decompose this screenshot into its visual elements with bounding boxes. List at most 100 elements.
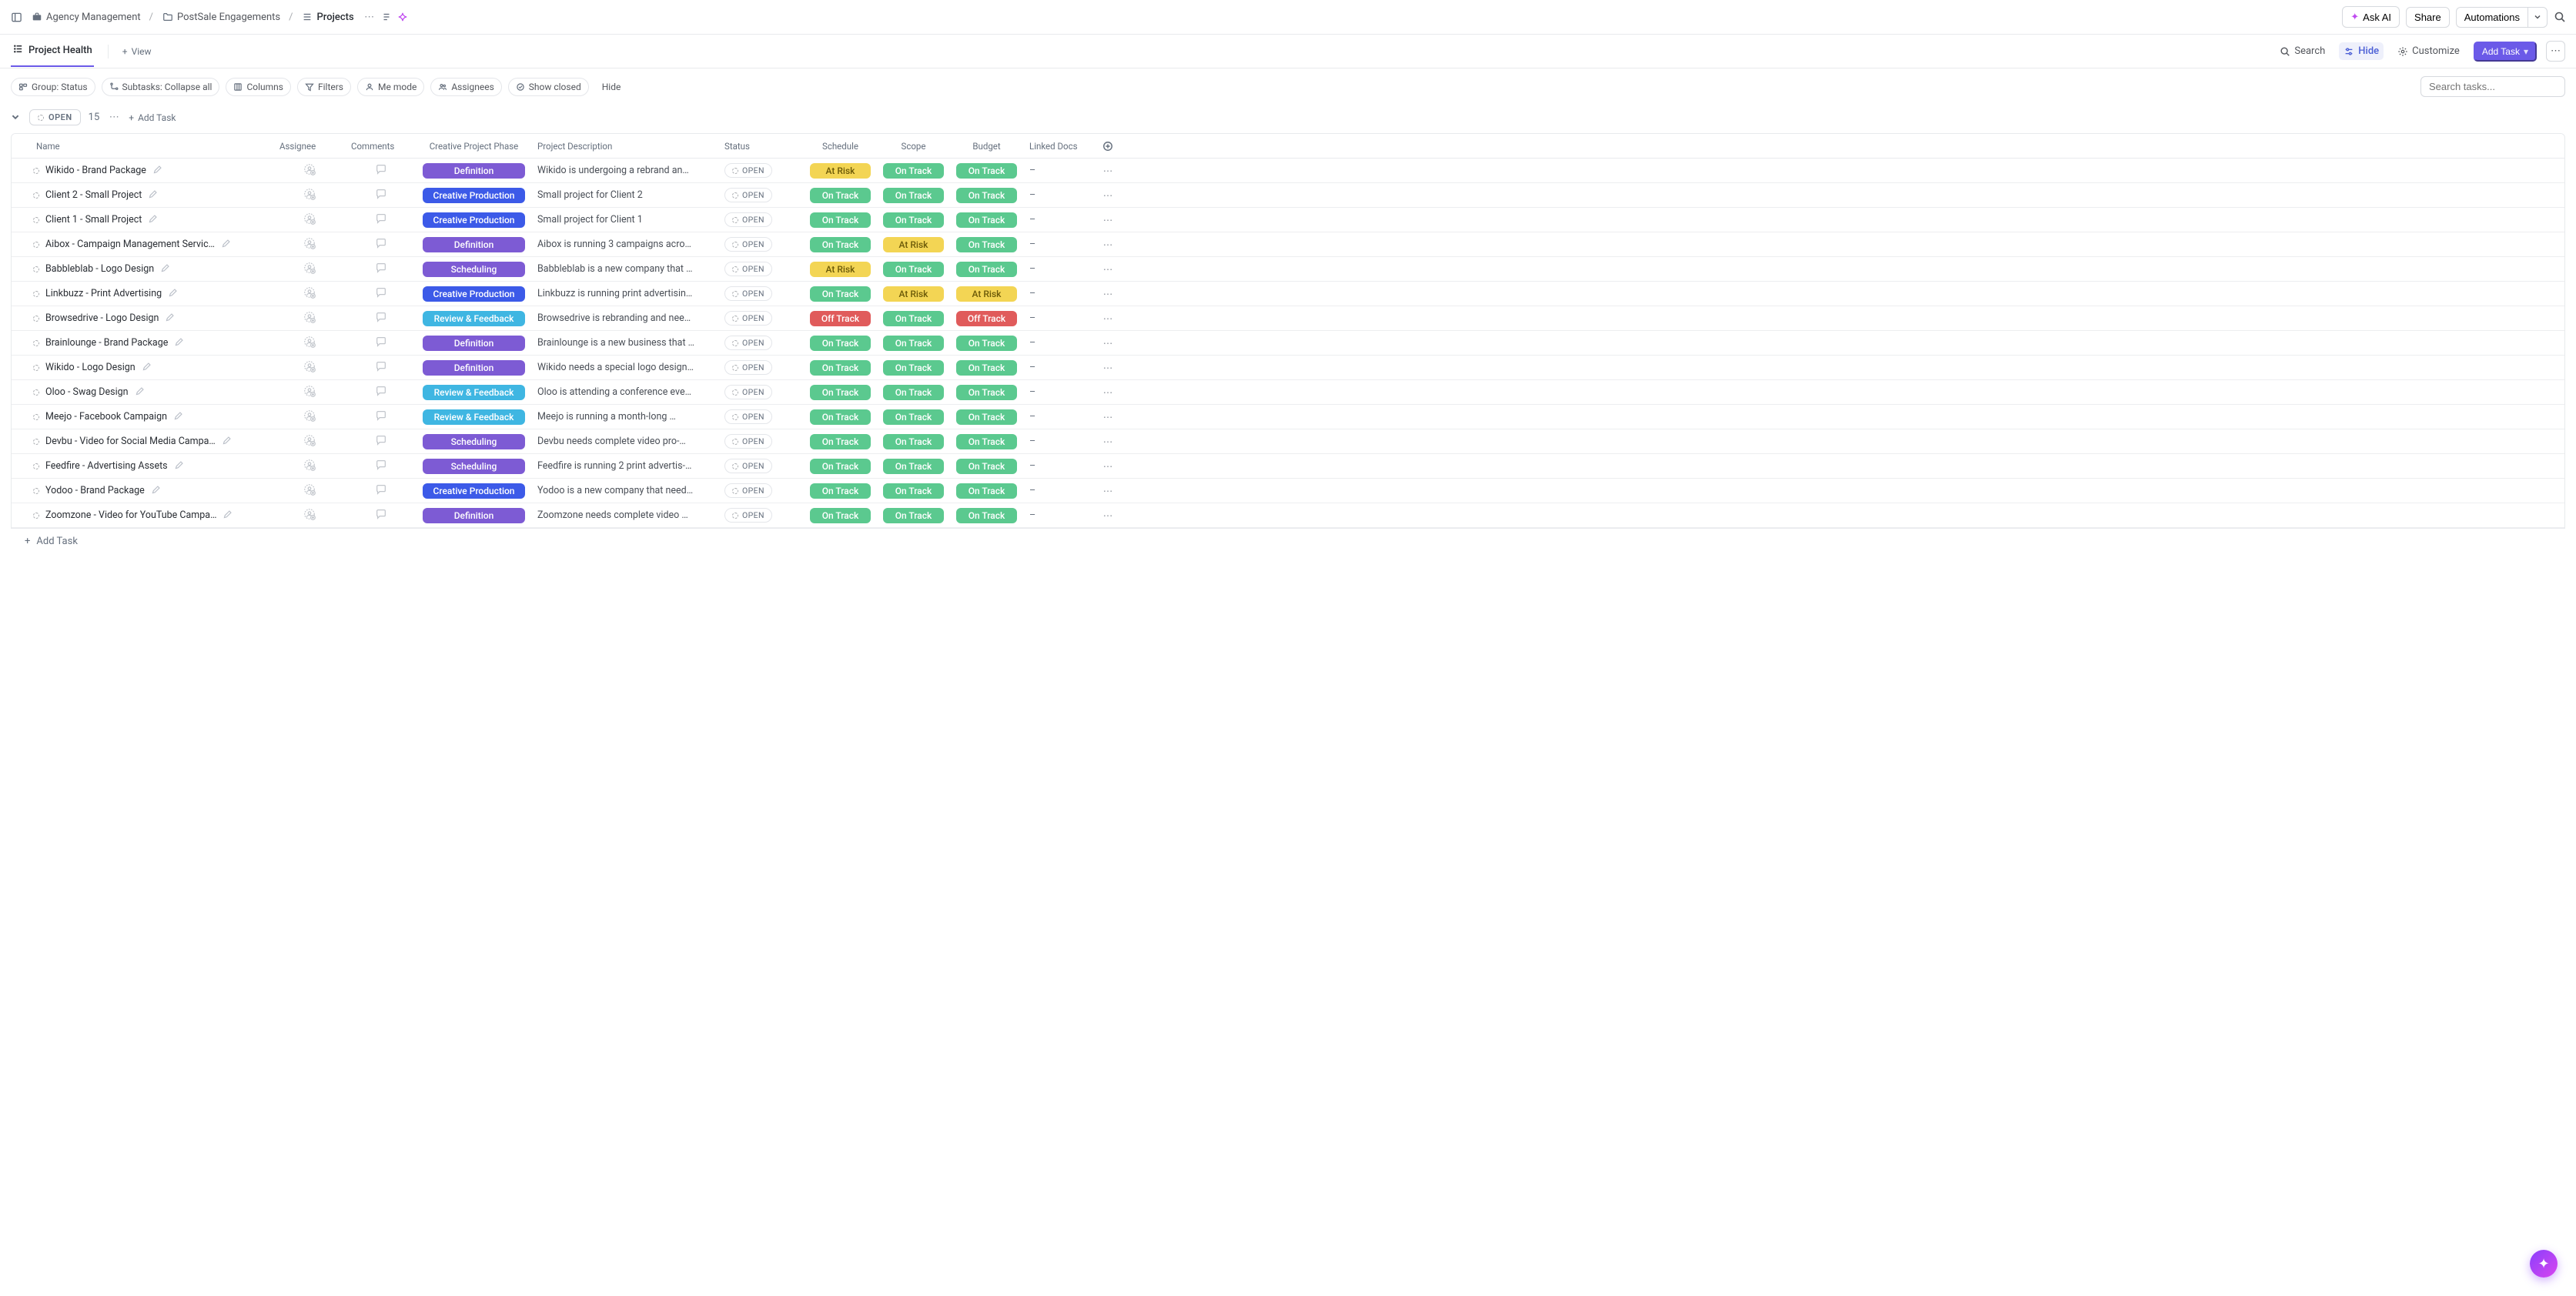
description-text[interactable]: Babbleblab is a new company that … (537, 263, 692, 275)
linked-docs-cell[interactable]: – (1023, 481, 1091, 500)
description-text[interactable]: Brainlounge is a new business that … (537, 337, 694, 349)
schedule-badge[interactable]: On Track (810, 434, 871, 449)
row-more-icon[interactable]: ⋯ (1101, 312, 1115, 325)
status-badge[interactable]: OPEN (724, 212, 772, 227)
linked-docs-cell[interactable]: – (1023, 161, 1091, 180)
assign-icon[interactable] (303, 188, 316, 203)
scope-badge[interactable]: On Track (883, 409, 944, 425)
scope-badge[interactable]: At Risk (883, 237, 944, 252)
scope-badge[interactable]: On Track (883, 336, 944, 351)
schedule-badge[interactable]: On Track (810, 286, 871, 302)
assign-icon[interactable] (303, 483, 316, 499)
linked-docs-cell[interactable]: – (1023, 506, 1091, 525)
automations-button[interactable]: Automations (2456, 7, 2527, 28)
budget-badge[interactable]: On Track (956, 483, 1017, 499)
status-dot-icon[interactable] (33, 316, 39, 322)
status-badge[interactable]: OPEN (724, 237, 772, 252)
customize-button[interactable]: Customize (2393, 42, 2464, 60)
schedule-badge[interactable]: On Track (810, 336, 871, 351)
row-more-icon[interactable]: ⋯ (1101, 263, 1115, 276)
phase-pill[interactable]: Scheduling (423, 434, 525, 449)
status-dot-icon[interactable] (33, 242, 39, 248)
budget-badge[interactable]: On Track (956, 409, 1017, 425)
table-row[interactable]: Yodoo - Brand PackageCreative Production… (12, 479, 2564, 503)
comment-icon[interactable] (375, 360, 387, 376)
scope-badge[interactable]: On Track (883, 434, 944, 449)
budget-badge[interactable]: On Track (956, 459, 1017, 474)
comment-icon[interactable] (375, 483, 387, 499)
table-row[interactable]: Brainlounge - Brand PackageDefinitionBra… (12, 331, 2564, 356)
assign-icon[interactable] (303, 385, 316, 400)
status-dot-icon[interactable] (33, 463, 39, 469)
status-badge[interactable]: OPEN (724, 286, 772, 301)
assign-icon[interactable] (303, 237, 316, 252)
scope-badge[interactable]: At Risk (883, 286, 944, 302)
linked-docs-cell[interactable]: – (1023, 259, 1091, 279)
quick-create-fab[interactable]: ✦ (2530, 1250, 2558, 1278)
schedule-badge[interactable]: On Track (810, 237, 871, 252)
col-linked-docs[interactable]: Linked Docs (1023, 135, 1091, 157)
scope-badge[interactable]: On Track (883, 483, 944, 499)
schedule-badge[interactable]: At Risk (810, 262, 871, 277)
edit-icon[interactable] (160, 263, 172, 276)
status-dot-icon[interactable] (33, 365, 39, 371)
phase-pill[interactable]: Creative Production (423, 483, 525, 499)
table-row[interactable]: Browsedrive - Logo Design Review & Feedba… (12, 306, 2564, 331)
comment-icon[interactable] (375, 311, 387, 326)
col-phase[interactable]: Creative Project Phase (417, 135, 531, 157)
row-more-icon[interactable]: ⋯ (1101, 485, 1115, 497)
assign-icon[interactable] (303, 212, 316, 228)
linked-docs-cell[interactable]: – (1023, 333, 1091, 352)
status-dot-icon[interactable] (33, 266, 39, 272)
description-text[interactable]: Aibox is running 3 campaigns acro… (537, 239, 691, 250)
edit-icon[interactable] (173, 411, 186, 423)
show-closed-chip[interactable]: Show closed (508, 78, 589, 96)
phase-pill[interactable]: Definition (423, 336, 525, 351)
row-more-icon[interactable]: ⋯ (1101, 386, 1115, 399)
row-more-icon[interactable]: ⋯ (1101, 460, 1115, 473)
subtasks-chip[interactable]: Subtasks: Collapse all (102, 78, 220, 96)
phase-pill[interactable]: Definition (423, 508, 525, 523)
task-name[interactable]: Client 1 - Small Project (45, 214, 142, 225)
comment-icon[interactable] (375, 508, 387, 523)
phase-pill[interactable]: Definition (423, 237, 525, 252)
phase-pill[interactable]: Creative Production (423, 286, 525, 302)
status-badge[interactable]: OPEN (724, 385, 772, 399)
group-more-icon[interactable]: ⋯ (107, 112, 121, 123)
task-name[interactable]: Wikido - Brand Package (45, 165, 146, 176)
budget-badge[interactable]: On Track (956, 508, 1017, 523)
panel-toggle-icon[interactable] (11, 12, 22, 23)
schedule-badge[interactable]: On Track (810, 483, 871, 499)
budget-badge[interactable]: On Track (956, 385, 1017, 400)
status-badge[interactable]: OPEN (724, 483, 772, 498)
row-more-icon[interactable]: ⋯ (1101, 189, 1115, 202)
comment-icon[interactable] (375, 385, 387, 400)
assignees-chip[interactable]: Assignees (430, 78, 501, 96)
description-text[interactable]: Zoomzone needs complete video … (537, 509, 688, 521)
scope-badge[interactable]: On Track (883, 262, 944, 277)
description-text[interactable]: Browsedrive is rebranding and nee… (537, 312, 691, 324)
task-name[interactable]: Browsedrive - Logo Design (45, 312, 159, 324)
status-dot-icon[interactable] (33, 217, 39, 223)
search-icon[interactable] (2554, 12, 2565, 23)
status-dot-icon[interactable] (33, 439, 39, 445)
linked-docs-cell[interactable]: – (1023, 358, 1091, 377)
description-text[interactable]: Wikido is undergoing a rebrand an… (537, 165, 689, 176)
col-assignee[interactable]: Assignee (273, 135, 345, 157)
phase-pill[interactable]: Review & Feedback (423, 409, 525, 425)
table-row[interactable]: Oloo - Swag DesignReview & FeedbackOloo … (12, 380, 2564, 405)
description-text[interactable]: Oloo is attending a conference eve… (537, 386, 691, 398)
phase-pill[interactable]: Review & Feedback (423, 311, 525, 326)
scope-badge[interactable]: On Track (883, 188, 944, 203)
linked-docs-cell[interactable]: – (1023, 185, 1091, 205)
phase-pill[interactable]: Scheduling (423, 262, 525, 277)
col-comments[interactable]: Comments (345, 135, 417, 157)
add-column-button[interactable] (1091, 135, 1125, 157)
view-search-button[interactable]: Search (2275, 42, 2330, 60)
col-schedule[interactable]: Schedule (804, 135, 877, 157)
comment-icon[interactable] (375, 212, 387, 228)
row-more-icon[interactable]: ⋯ (1101, 288, 1115, 300)
more-options-button[interactable]: ⋯ (2546, 41, 2565, 62)
search-tasks-input[interactable] (2420, 76, 2565, 97)
breadcrumb-postsale[interactable]: PostSale Engagements (158, 9, 284, 25)
